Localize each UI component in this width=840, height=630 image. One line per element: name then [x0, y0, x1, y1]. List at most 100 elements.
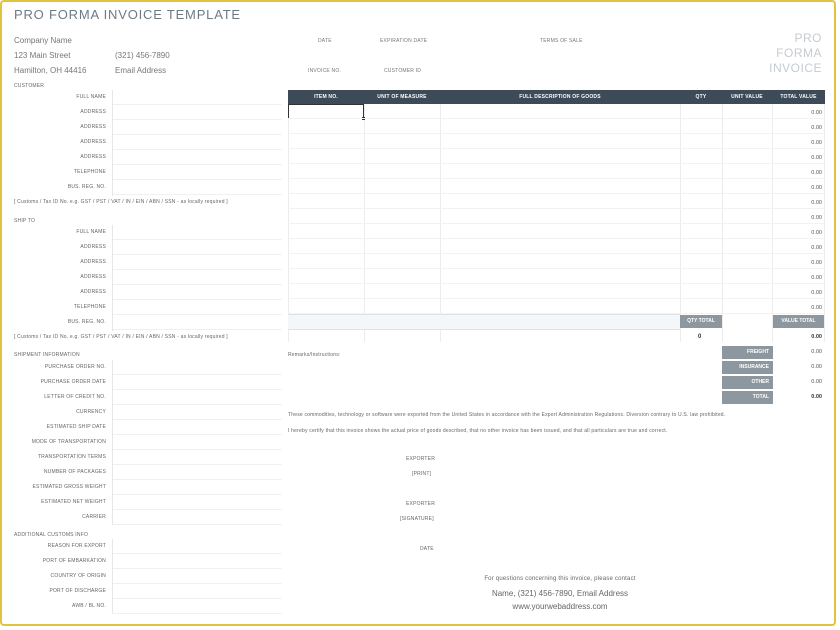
table-row [288, 148, 824, 149]
exporter-signature-label: EXPORTER [406, 501, 436, 507]
insurance-value: 0.00 [811, 364, 822, 370]
table-total-row [288, 314, 680, 330]
row-total-value: 0.00 [811, 170, 822, 176]
table-row [288, 118, 824, 119]
table-border-right [824, 104, 825, 342]
date-label: DATE [318, 38, 332, 44]
ship-to-field-label: TELEPHONE [73, 304, 106, 310]
shipment-field-input[interactable] [112, 389, 282, 390]
ship-to-field-input[interactable] [112, 314, 282, 315]
customer-field-input[interactable] [112, 104, 282, 105]
ship-to-field-label: ADDRESS [80, 289, 106, 295]
customer-field-input[interactable] [112, 194, 282, 195]
page-title: PRO FORMA INVOICE TEMPLATE [14, 7, 241, 22]
row-total-value: 0.00 [811, 125, 822, 131]
ship-to-field-label: ADDRESS [80, 274, 106, 280]
freight-label: FREIGHT [722, 346, 773, 359]
customer-field-divider [112, 90, 113, 196]
shipment-field-input[interactable] [112, 509, 282, 510]
invoice-no-label: INVOICE NO. [308, 68, 342, 74]
customer-field-input[interactable] [112, 134, 282, 135]
shipment-field-input[interactable] [112, 449, 282, 450]
row-total-value: 0.00 [811, 305, 822, 311]
additional-field-label: AWB / BL NO. [72, 603, 106, 609]
customer-field-input[interactable] [112, 149, 282, 150]
shipment-field-label: ESTIMATED GROSS WEIGHT [32, 484, 106, 490]
ship-to-field-input[interactable] [112, 269, 282, 270]
additional-field-input[interactable] [112, 568, 282, 569]
shipment-field-input[interactable] [112, 434, 282, 435]
additional-field-divider [112, 539, 113, 613]
additional-field-input[interactable] [112, 553, 282, 554]
col-qty: QTY [695, 94, 707, 100]
shipment-field-label: TRANSPORTATION TERMS [37, 454, 106, 460]
shipment-field-input[interactable] [112, 494, 282, 495]
shipment-field-input[interactable] [112, 464, 282, 465]
shipment-field-input[interactable] [112, 524, 282, 525]
signature-label: [SIGNATURE] [400, 516, 434, 522]
row-total-value: 0.00 [811, 290, 822, 296]
customer-field-label: ADDRESS [80, 139, 106, 145]
goods-table-header: ITEM NO. UNIT OF MEASURE FULL DESCRIPTIO… [288, 90, 825, 104]
customer-field-input[interactable] [112, 164, 282, 165]
shipment-field-input[interactable] [112, 404, 282, 405]
freight-value: 0.00 [811, 349, 822, 355]
print-label: [PRINT] [412, 471, 432, 477]
contact-website: www.yourwebaddress.com [512, 602, 608, 611]
additional-field-input[interactable] [112, 613, 282, 614]
table-row [288, 193, 824, 194]
total-label: TOTAL [722, 391, 773, 404]
ship-to-field-input[interactable] [112, 284, 282, 285]
shipment-field-label: ESTIMATED NET WEIGHT [41, 499, 106, 505]
col-unit-value: UNIT VALUE [731, 94, 763, 100]
row-total-value: 0.00 [811, 185, 822, 191]
ship-to-field-input[interactable] [112, 239, 282, 240]
col-total-value: TOTAL VALUE [780, 94, 817, 100]
table-row [288, 253, 824, 254]
table-row [288, 238, 824, 239]
customer-field-label: ADDRESS [80, 109, 106, 115]
additional-field-input[interactable] [112, 598, 282, 599]
shipment-field-label: CARRIER [82, 514, 106, 520]
certification-statement: I hereby certify that this invoice shows… [288, 428, 668, 434]
table-row [288, 133, 824, 134]
ship-to-heading: SHIP TO [14, 218, 36, 224]
additional-field-input[interactable] [112, 583, 282, 584]
other-label: OTHER [722, 376, 773, 389]
ship-to-field-input[interactable] [112, 299, 282, 300]
col-item-no: ITEM NO. [314, 94, 338, 100]
company-name: Company Name [14, 36, 72, 45]
ship-to-field-label: ADDRESS [80, 259, 106, 265]
customer-field-label: ADDRESS [80, 154, 106, 160]
table-row [288, 268, 824, 269]
contact-details: Name, (321) 456-7890, Email Address [491, 589, 629, 598]
selected-cell[interactable] [288, 104, 364, 119]
qty-total: 0 [698, 334, 702, 340]
customer-field-input[interactable] [112, 179, 282, 180]
customer-id-label: CUSTOMER ID [384, 68, 422, 74]
shipment-field-input[interactable] [112, 419, 282, 420]
value-total: 0.00 [811, 334, 822, 340]
ship-to-field-input[interactable] [112, 254, 282, 255]
customer-field-label: ADDRESS [80, 124, 106, 130]
ship-to-field-input[interactable] [112, 329, 282, 330]
additional-field-label: REASON FOR EXPORT [47, 543, 106, 549]
signature-date-label: DATE [420, 546, 434, 552]
additional-field-label: PORT OF EMBARKATION [42, 558, 106, 564]
col-description: FULL DESCRIPTION OF GOODS [519, 94, 601, 100]
row-total-value: 0.00 [811, 245, 822, 251]
shipment-field-input[interactable] [112, 374, 282, 375]
shipment-field-input[interactable] [112, 479, 282, 480]
ship-to-field-divider [112, 225, 113, 331]
company-email: Email Address [115, 66, 167, 75]
customer-field-input[interactable] [112, 119, 282, 120]
additional-customs-heading: ADDITIONAL CUSTOMS INFO [14, 532, 89, 538]
shipment-field-label: PURCHASE ORDER DATE [40, 379, 106, 385]
ship-to-field-label: ADDRESS [80, 244, 106, 250]
customer-heading: CUSTOMER [14, 83, 45, 89]
table-row [288, 223, 824, 224]
company-street: 123 Main Street [14, 51, 71, 60]
customer-field-label: TELEPHONE [73, 169, 106, 175]
shipment-field-label: ESTIMATED SHIP DATE [46, 424, 106, 430]
shipment-heading: SHIPMENT INFORMATION [14, 352, 80, 358]
